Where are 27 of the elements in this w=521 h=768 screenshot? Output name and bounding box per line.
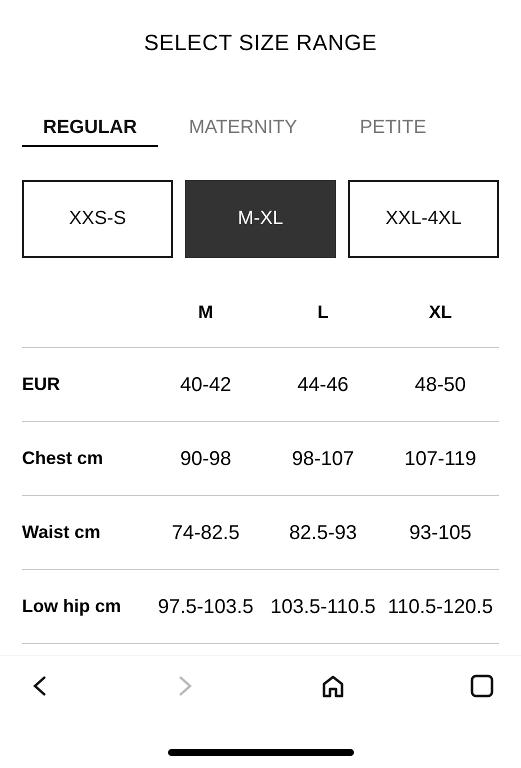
table-cell-text: 74-82.5 xyxy=(172,520,240,546)
tab[interactable]: MATERNITY xyxy=(158,111,328,147)
tabs-icon[interactable] xyxy=(468,672,496,700)
table-cell-text: 44-46 xyxy=(297,372,349,398)
table-cell-text: 103.5-110.5 xyxy=(270,594,376,620)
size-range-button[interactable]: XXS-S xyxy=(22,180,173,258)
row-label: EUR xyxy=(22,373,62,396)
row-label: Waist cm xyxy=(22,521,102,544)
tab[interactable]: REGULAR xyxy=(22,111,158,147)
table-cell-text: 48-50 xyxy=(414,372,466,398)
size-range-button[interactable]: XXL-4XL xyxy=(348,180,499,258)
table-cell-text: 98-107 xyxy=(292,446,354,472)
row-label: Chest cm xyxy=(22,447,104,470)
page-title: SELECT SIZE RANGE xyxy=(144,29,378,57)
table-cell-text: 107-119 xyxy=(404,446,476,472)
table-cell-text: 93-105 xyxy=(409,520,472,546)
column-header: XL xyxy=(428,301,452,324)
column-header: M xyxy=(198,301,214,324)
table-cell-text: 40-42 xyxy=(180,372,232,398)
table-cell-text: 110.5-120.5 xyxy=(388,594,493,620)
size-range-button[interactable]: M-XL xyxy=(185,180,336,258)
column-header: L xyxy=(317,301,328,324)
table-cell-text: 97.5-103.5 xyxy=(158,594,254,620)
table-cell-text: 90-98 xyxy=(180,446,232,472)
table-cell-text: 82.5-93 xyxy=(289,520,357,546)
row-label: Low hip cm xyxy=(22,595,122,618)
tab[interactable]: PETITE xyxy=(328,111,458,147)
